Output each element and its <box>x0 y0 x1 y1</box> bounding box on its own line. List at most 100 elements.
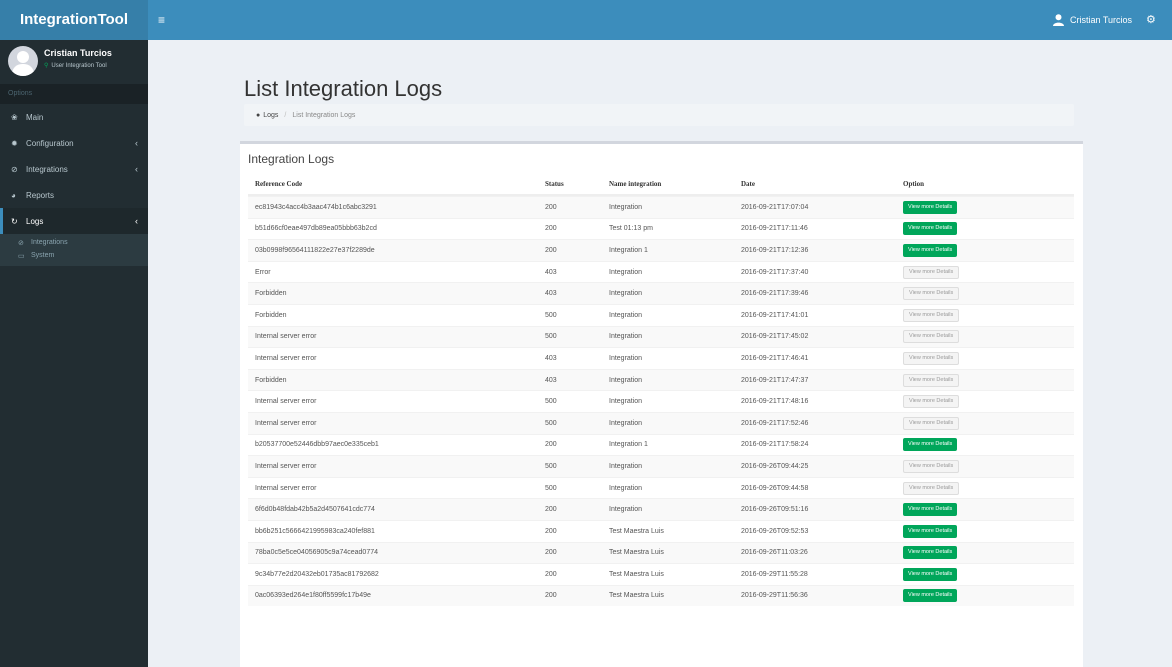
cell-option: View more Details <box>896 351 1074 365</box>
sidebar-item-label: Logs <box>26 216 44 226</box>
table-row: Internal server error 500 Integration 2016-… <box>248 476 1074 499</box>
avatar <box>8 46 38 76</box>
cell-status: 200 <box>545 246 557 254</box>
sidebar-item-reports[interactable]: ◕ Reports <box>0 182 148 208</box>
gears-icon[interactable]: ⚙ <box>1146 13 1160 27</box>
cell-name-integration: Integration <box>609 268 643 276</box>
dashboard-icon: ❀ <box>11 112 18 122</box>
cell-reference-code: 6f6d0b48fdab42b5a2d4507641cdc774 <box>255 506 375 514</box>
view-more-details-button[interactable]: View more Details <box>903 351 960 365</box>
col-header-date[interactable]: Date <box>734 180 896 188</box>
cell-option: View more Details <box>896 416 1074 430</box>
sidebar-subitem-system[interactable]: ▭ System <box>0 249 148 262</box>
cell-option: View more Details <box>896 243 1074 257</box>
chevron-left-icon: ‹ <box>135 164 138 174</box>
cell-status: 200 <box>545 592 557 600</box>
cell-name-integration: Integration <box>609 203 643 211</box>
app-logo[interactable]: IntegrationTool <box>0 0 148 40</box>
cell-name-integration: Integration <box>609 333 643 341</box>
cell-status: 403 <box>545 354 557 362</box>
cell-reference-code: Forbidden <box>255 290 287 298</box>
view-more-details-button[interactable]: View more Details <box>903 524 958 538</box>
cell-option: View more Details <box>896 373 1074 387</box>
cell-status: 500 <box>545 311 557 319</box>
cell-date: 2016-09-26T09:44:58 <box>741 484 809 492</box>
cell-reference-code: 0ac06393ed264e1f80ff5599fc17b49e <box>255 592 371 600</box>
table-row: Error 403 Integration 2016-09-21T17:37:40 Vi… <box>248 260 1074 283</box>
cell-name-integration: Integration <box>609 462 643 470</box>
cell-option: View more Details <box>896 589 1074 603</box>
cell-status: 403 <box>545 290 557 298</box>
table-row: Internal server error 500 Integration 2016-… <box>248 411 1074 434</box>
table-row: Internal server error 500 Integration 2016-… <box>248 325 1074 348</box>
cell-date: 2016-09-21T17:46:41 <box>741 354 809 362</box>
table-row: Forbidden 403 Integration 2016-09-21T17:39:… <box>248 282 1074 304</box>
cell-date: 2016-09-21T17:12:36 <box>741 246 809 254</box>
cell-date: 2016-09-21T17:45:02 <box>741 333 809 341</box>
col-header-reference-code[interactable]: Reference Code <box>248 180 538 188</box>
cell-option: View more Details <box>896 567 1074 581</box>
cell-date: 2016-09-29T11:55:28 <box>741 570 808 578</box>
breadcrumb-home[interactable]: ● Logs <box>256 112 278 119</box>
user-icon <box>1052 14 1064 26</box>
view-more-details-button[interactable]: View more Details <box>903 589 958 603</box>
sidebar-item-main[interactable]: ❀ Main <box>0 104 148 130</box>
cell-name-integration: Test Maestra Luis <box>609 570 664 578</box>
cell-reference-code: Internal server error <box>255 419 317 427</box>
user-role-label: User Integration Tool <box>51 62 107 69</box>
history-icon: ● <box>256 111 261 119</box>
view-more-details-button[interactable]: View more Details <box>903 287 960 301</box>
chevron-left-icon: ‹ <box>135 216 138 226</box>
sidebar-item-label: Configuration <box>26 138 74 148</box>
cell-date: 2016-09-29T11:56:36 <box>741 592 808 600</box>
monitor-icon: ▭ <box>18 252 25 260</box>
sidebar-toggle-icon[interactable]: ≡ <box>158 13 170 27</box>
cell-reference-code: b51d66cf0eae497db89ea05bbb63b2cd <box>255 225 377 233</box>
cell-reference-code: 9c34b77e2d20432eb01735ac81792682 <box>255 570 379 578</box>
cell-name-integration: Integration <box>609 398 643 406</box>
col-header-status[interactable]: Status <box>538 180 602 188</box>
table-row: b20537700e52446dbb97aec0e335ceb1 200 Integ… <box>248 433 1074 456</box>
view-more-details-button[interactable]: View more Details <box>903 438 958 452</box>
view-more-details-button[interactable]: View more Details <box>903 222 958 236</box>
cell-status: 403 <box>545 268 557 276</box>
sidebar-user-name: Cristian Turcios <box>44 48 112 58</box>
cell-reference-code: Internal server error <box>255 484 317 492</box>
cell-status: 200 <box>545 549 557 557</box>
table-row: Forbidden 500 Integration 2016-09-21T17:41:… <box>248 303 1074 326</box>
view-more-details-button[interactable]: View more Details <box>903 416 960 430</box>
view-more-details-button[interactable]: View more Details <box>903 265 960 279</box>
view-more-details-button[interactable]: View more Details <box>903 546 958 560</box>
view-more-details-button[interactable]: View more Details <box>903 243 958 257</box>
breadcrumb-current: List Integration Logs <box>292 111 356 119</box>
view-more-details-button[interactable]: View more Details <box>903 200 958 214</box>
sidebar-item-configuration[interactable]: ✹ Configuration ‹ <box>0 130 148 156</box>
col-header-name-integration[interactable]: Name integration <box>602 180 734 188</box>
view-more-details-button[interactable]: View more Details <box>903 503 958 517</box>
cell-name-integration: Integration 1 <box>609 246 648 254</box>
user-status-icon: ⚲ <box>44 63 49 69</box>
view-more-details-button[interactable]: View more Details <box>903 567 958 581</box>
cell-date: 2016-09-21T17:37:40 <box>741 268 809 276</box>
cell-name-integration: Integration <box>609 419 643 427</box>
view-more-details-button[interactable]: View more Details <box>903 395 960 409</box>
sidebar-item-integrations[interactable]: ⊘ Integrations ‹ <box>0 156 148 182</box>
view-more-details-button[interactable]: View more Details <box>903 373 960 387</box>
subitem-label: Integrations <box>31 239 68 246</box>
view-more-details-button[interactable]: View more Details <box>903 330 960 344</box>
history-icon: ↻ <box>11 216 18 226</box>
cell-reference-code: bb6b251c5666421995983ca240fef881 <box>255 527 375 535</box>
view-more-details-button[interactable]: View more Details <box>903 308 960 322</box>
sidebar-item-logs[interactable]: ↻ Logs ‹ <box>0 208 148 234</box>
sidebar-subitem-integrations[interactable]: ⊘ Integrations <box>0 236 148 249</box>
view-more-details-button[interactable]: View more Details <box>903 459 960 473</box>
table-row: Internal server error 403 Integration 2016-… <box>248 347 1074 369</box>
table-row: 0ac06393ed264e1f80ff5599fc17b49e 200 Test … <box>248 584 1074 607</box>
view-more-details-button[interactable]: View more Details <box>903 481 960 495</box>
user-menu[interactable]: Cristian Turcios <box>1052 0 1132 40</box>
table-row: Internal server error 500 Integration 2016-… <box>248 455 1074 477</box>
cell-reference-code: 03b0998f96564111822e27e37f2289de <box>255 246 375 254</box>
cell-date: 2016-09-21T17:41:01 <box>741 311 809 319</box>
sidebar-user-role: ⚲ User Integration Tool <box>44 62 107 70</box>
cell-name-integration: Integration <box>609 376 643 384</box>
